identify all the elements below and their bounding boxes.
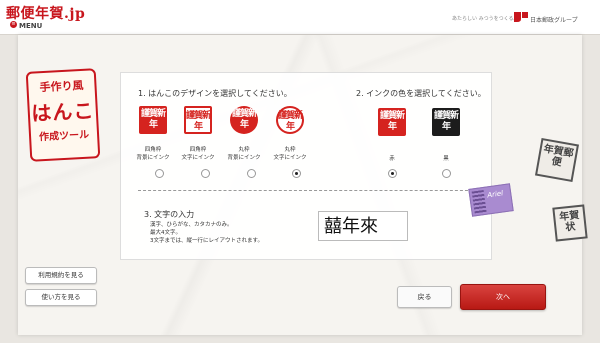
back-button[interactable]: 戻る — [397, 286, 452, 308]
design-option-3-caption: 丸枠 背景にインク — [227, 147, 261, 161]
section-divider — [138, 190, 478, 191]
ink-red-label: 赤 — [389, 156, 395, 162]
terms-button[interactable]: 利用規約を見る — [25, 267, 97, 284]
design-section-title: 1. はんこのデザインを選択してください。 — [138, 89, 292, 98]
text-section-title: 3. 文字の入力 — [144, 210, 195, 219]
site-logo[interactable]: 郵便年賀.jp — [6, 3, 85, 23]
ink-black-stamp[interactable]: 謹賀新年 — [432, 108, 460, 136]
deco-stamp-a: 年賀郵便 — [534, 137, 580, 183]
howto-button[interactable]: 使い方を見る — [25, 289, 97, 306]
design-option-3-radio[interactable] — [247, 169, 256, 178]
tagline: あたらしい みつうをつくる。 — [452, 16, 519, 22]
design-option-1-caption: 四角枠 背景にインク — [136, 147, 170, 161]
site-header: 郵便年賀.jp ≡ MENU あたらしい みつうをつくる。 日本郵政グループ — [0, 0, 600, 35]
text-instructions: 漢字、ひらがな、カタカナのみ。 最大4文字。 3文字までは、縦一行にレイアウトさ… — [150, 222, 263, 244]
design-option-3-stamp[interactable]: 謹賀新年 — [230, 106, 258, 134]
ariel-label: Ariel — [486, 189, 504, 200]
design-option-4-stamp[interactable]: 謹賀新年 — [276, 106, 304, 134]
ink-section-title: 2. インクの色を選択してください。 — [356, 89, 486, 98]
org-name: 日本郵政グループ — [530, 17, 578, 24]
design-option-2-caption: 四角枠 文字にインク — [181, 147, 215, 161]
design-option-1-radio[interactable] — [155, 169, 164, 178]
tool-title-line3: 作成ツール — [38, 129, 90, 144]
tool-title-line1: 手作り風 — [39, 78, 84, 95]
tool-title-line2: はんこ — [30, 98, 95, 126]
deco-stamp-b: 年賀状 — [552, 204, 588, 242]
design-option-1-stamp[interactable]: 謹賀新年 — [139, 106, 167, 134]
stamp-text-input[interactable]: 囍年來 — [318, 211, 408, 241]
ariel-tag: Ariel — [468, 183, 514, 217]
menu-icon[interactable]: ≡ — [10, 21, 17, 28]
film-strip-icon — [471, 189, 487, 214]
design-option-2-radio[interactable] — [201, 169, 210, 178]
ink-red-stamp[interactable]: 謹賀新年 — [378, 108, 406, 136]
design-option-2-stamp[interactable]: 謹賀新年 — [184, 106, 212, 134]
jp-logo-icon — [514, 12, 528, 22]
ink-red-radio[interactable] — [388, 169, 397, 178]
menu-button[interactable]: MENU — [19, 22, 42, 30]
design-option-4-radio[interactable] — [292, 169, 301, 178]
next-button[interactable]: 次へ — [460, 284, 546, 310]
tool-title-badge: 手作り風 はんこ 作成ツール — [25, 68, 101, 162]
ink-black-radio[interactable] — [442, 169, 451, 178]
ink-black-label: 黒 — [443, 156, 449, 162]
design-option-4-caption: 丸枠 文字にインク — [273, 147, 307, 161]
